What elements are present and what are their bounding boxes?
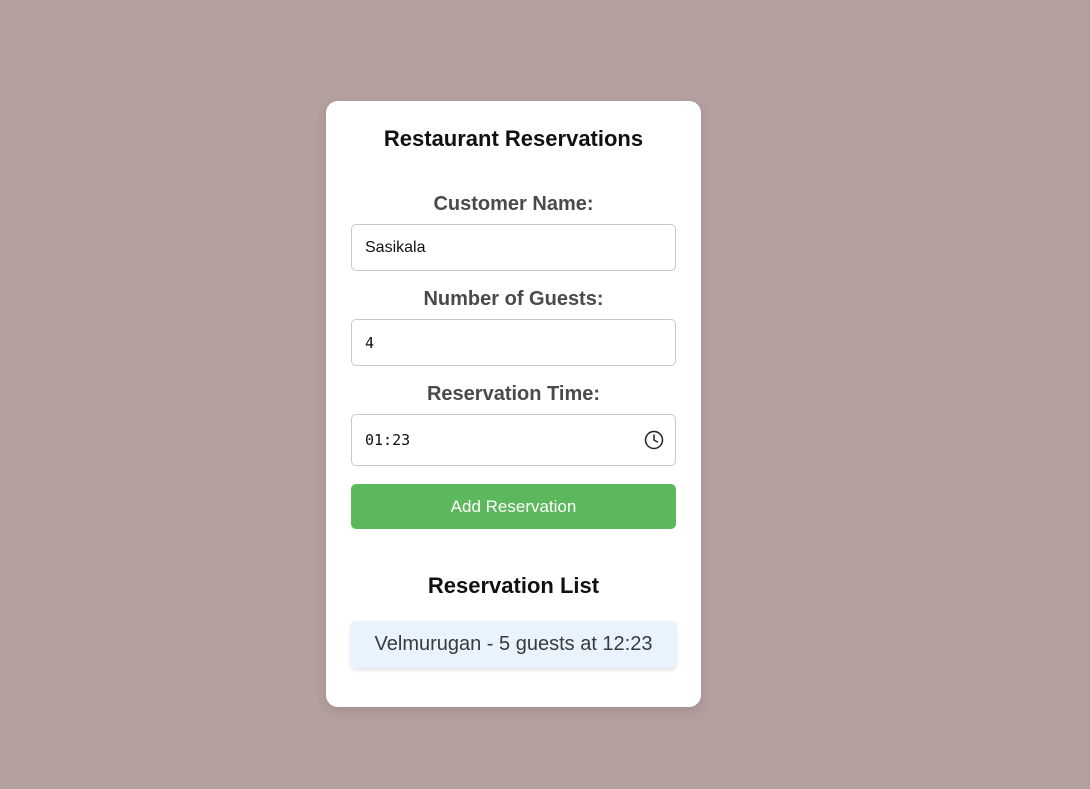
guests-value: 4	[365, 333, 375, 352]
page-title: Restaurant Reservations	[383, 126, 644, 151]
clock-icon[interactable]	[644, 430, 664, 450]
customer-name-value: Sasikala	[365, 238, 426, 256]
reservation-card: Restaurant Reservations Customer Name: S…	[326, 101, 701, 707]
guests-label: Number of Guests:	[423, 288, 604, 310]
customer-name-label: Customer Name:	[433, 193, 594, 215]
reservation-list-title: Reservation List	[427, 573, 600, 598]
reservation-list-item: Velmurugan - 5 guests at 12:23	[351, 621, 676, 668]
time-input[interactable]: 01:23	[351, 414, 676, 466]
guests-input[interactable]: 4	[351, 319, 676, 366]
time-label: Reservation Time:	[426, 383, 601, 405]
time-value: 01:23	[365, 431, 411, 449]
add-reservation-button[interactable]: Add Reservation	[351, 484, 676, 529]
customer-name-input[interactable]: Sasikala	[351, 224, 676, 271]
